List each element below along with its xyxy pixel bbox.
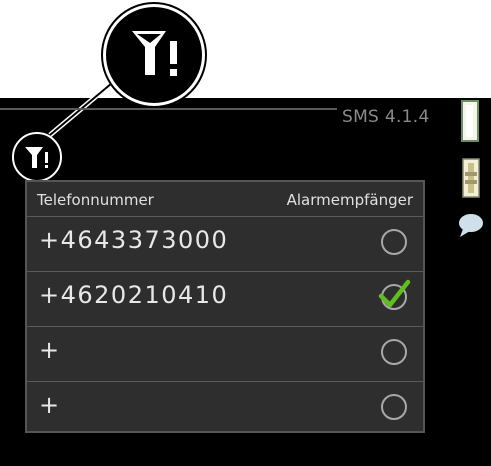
signal-status <box>12 132 62 182</box>
no-signal-warning-icon <box>132 31 177 76</box>
table-row[interactable]: + <box>27 381 423 437</box>
list-header: Telefonnummer Alarmempfänger <box>27 182 423 216</box>
check-icon <box>378 279 411 308</box>
phone-number[interactable]: +4643373000 <box>39 226 228 254</box>
table-row[interactable]: +4620210410 <box>27 271 423 327</box>
knob-icon <box>462 158 480 198</box>
alarm-receiver-radio[interactable] <box>381 339 407 365</box>
column-alarm-receiver: Alarmempfänger <box>286 191 413 209</box>
scroll-indicator[interactable] <box>461 100 479 142</box>
no-signal-warning-icon <box>25 147 48 168</box>
sms-number-list: Telefonnummer Alarmempfänger +4643373000… <box>25 180 425 433</box>
alarm-receiver-radio[interactable] <box>381 229 407 255</box>
table-row[interactable]: +4643373000 <box>27 216 423 272</box>
phone-number[interactable]: + <box>39 336 61 364</box>
column-phone-number: Telefonnummer <box>37 191 154 209</box>
phone-number[interactable]: + <box>39 391 61 419</box>
page-title: SMS 4.1.4 <box>342 107 430 127</box>
zoomed-signal-warning <box>103 4 205 106</box>
alarm-receiver-radio[interactable] <box>381 394 407 420</box>
help-icon[interactable] <box>457 212 485 238</box>
phone-number[interactable]: +4620210410 <box>39 281 228 309</box>
table-row[interactable]: + <box>27 326 423 382</box>
header-divider <box>0 108 337 110</box>
